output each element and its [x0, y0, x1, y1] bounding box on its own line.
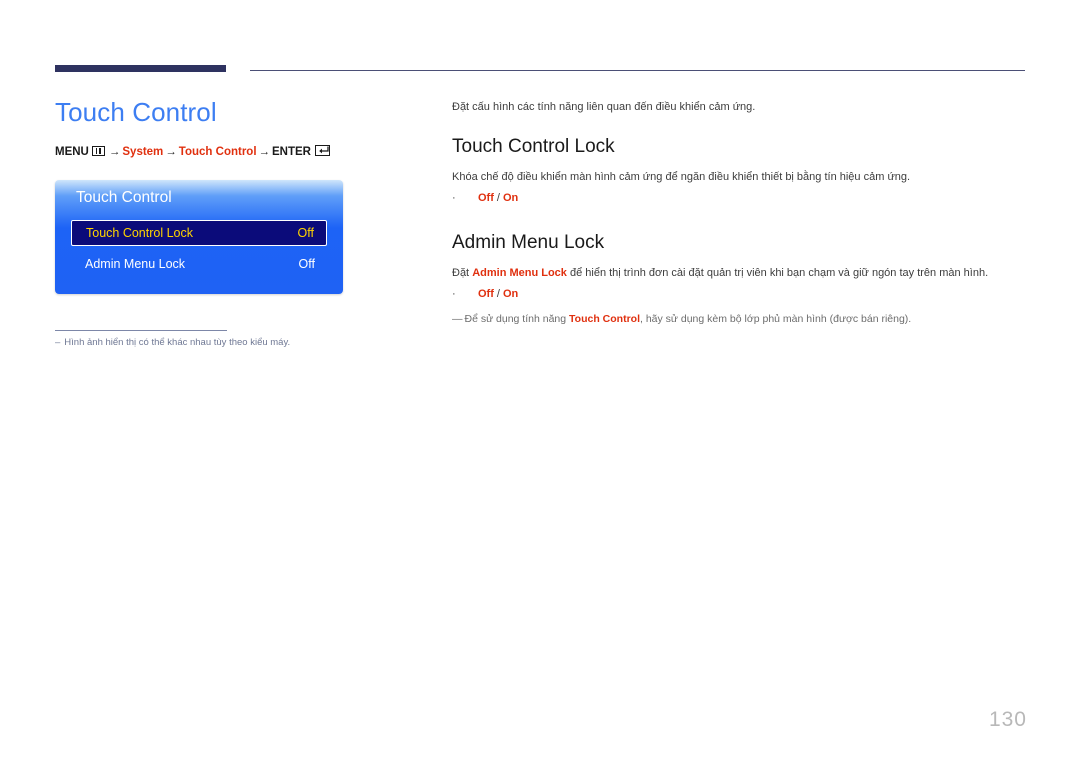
left-column: Touch Control MENU → System → Touch Control →…: [55, 96, 415, 160]
menu-grid-icon: [91, 146, 105, 156]
note-suffix: , hãy sử dụng kèm bộ lớp phủ màn hình (đ…: [640, 313, 912, 325]
footnote-text: Hình ảnh hiển thị có thể khác nhau tùy t…: [64, 337, 291, 348]
section-body-touch-control-lock: Khóa chế độ điều khiển màn hình cảm ứng …: [452, 171, 911, 183]
note-accent-touch-control: Touch Control: [569, 313, 640, 325]
section-body-admin-menu-lock: Đặt Admin Menu Lock để hiển thị trình đơ…: [452, 265, 1030, 281]
bullet-dot: ·: [452, 192, 456, 204]
menu-path-touch-control: Touch Control: [178, 146, 257, 158]
section-heading-admin-menu-lock: Admin Menu Lock: [452, 232, 605, 253]
osd-row-value: Off: [297, 226, 314, 240]
body-accent-admin-menu-lock: Admin Menu Lock: [472, 267, 567, 279]
note-touch-control-overlay: — Để sử dụng tính năng Touch Control, hãy…: [452, 311, 1030, 327]
option-separator: /: [496, 192, 500, 204]
osd-row-label: Admin Menu Lock: [85, 257, 186, 271]
enter-key-icon: [315, 145, 330, 156]
menu-path-arrow-2: →: [165, 146, 177, 158]
osd-row-admin-menu-lock[interactable]: Admin Menu Lock Off: [71, 251, 327, 277]
section-heading-touch-control-lock: Touch Control Lock: [452, 136, 615, 157]
right-column: Đặt cấu hình các tính năng liên quan đến…: [452, 99, 1030, 327]
intro-paragraph: Đặt cấu hình các tính năng liên quan đến…: [452, 101, 756, 113]
footnote-dash: –: [55, 337, 61, 348]
bullet-dot: ·: [452, 288, 456, 300]
enter-arrow-glyph: [319, 146, 329, 154]
header-rule-thick: [55, 65, 226, 72]
option-separator: /: [496, 288, 500, 300]
page-title: Touch Control: [55, 97, 217, 127]
option-list-touch-control-lock: · Off / On: [452, 190, 1030, 206]
footnote-divider: [55, 330, 227, 331]
osd-row-label: Touch Control Lock: [86, 226, 194, 240]
menu-path-arrow-3: →: [258, 146, 271, 158]
menu-path-menu-label: MENU: [55, 146, 89, 158]
body-prefix: Đặt: [452, 267, 473, 279]
footnote: – Hình ảnh hiển thị có thể khác nhau tùy …: [55, 336, 415, 350]
option-list-admin-menu-lock: · Off / On: [452, 286, 1030, 302]
menu-path-enter-label: ENTER: [272, 146, 311, 158]
menu-path-breadcrumb: MENU → System → Touch Control → ENTER: [55, 144, 415, 160]
body-suffix: để hiển thị trình đơn cài đặt quản trị v…: [566, 267, 989, 279]
option-off: Off: [478, 288, 494, 300]
option-on: On: [502, 192, 519, 204]
note-dash: —: [452, 313, 463, 325]
note-prefix: Để sử dụng tính năng: [464, 313, 570, 325]
header-rule-thin: [250, 70, 1025, 71]
osd-panel-title: Touch Control: [76, 189, 172, 206]
option-off: Off: [478, 192, 494, 204]
osd-row-value: Off: [298, 257, 315, 271]
osd-row-touch-control-lock[interactable]: Touch Control Lock Off: [71, 220, 327, 246]
option-on: On: [502, 288, 519, 300]
menu-path-system: System: [122, 146, 164, 158]
menu-path-arrow-1: →: [108, 146, 121, 158]
page-number: 130: [988, 708, 1027, 731]
osd-menu-panel: Touch Control Touch Control Lock Off Adm…: [55, 180, 343, 294]
